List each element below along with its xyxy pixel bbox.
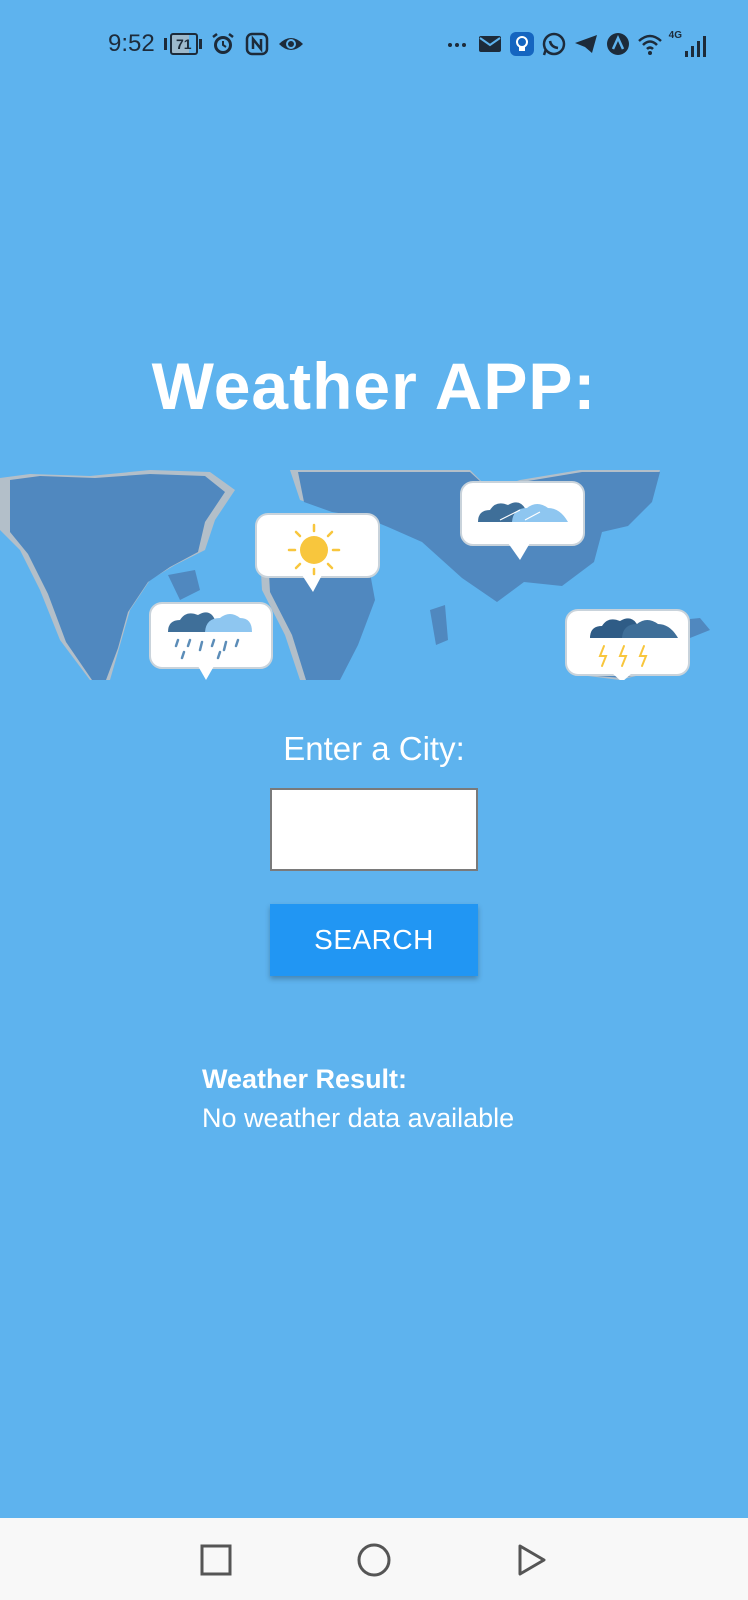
system-nav-bar — [0, 1518, 748, 1600]
telegram-icon — [574, 35, 597, 53]
search-button[interactable]: SEARCH — [270, 904, 478, 976]
home-icon[interactable] — [354, 1540, 394, 1580]
status-bar: 9:52 71 4G — [0, 0, 748, 88]
weather-result-heading: Weather Result: — [202, 1064, 408, 1094]
alarm-icon — [211, 33, 234, 54]
world-map-banner — [0, 470, 748, 680]
app-title: Weather APP: — [151, 349, 597, 423]
nfc-icon — [245, 32, 268, 56]
weather-result: Weather Result: No weather data availabl… — [202, 1064, 514, 1134]
mail-icon — [478, 36, 501, 52]
wifi-icon — [637, 34, 662, 55]
battery-level: 71 — [170, 33, 198, 55]
back-icon[interactable] — [512, 1540, 552, 1580]
status-left-icons: 71 — [164, 30, 304, 58]
storm-icon — [565, 609, 690, 680]
battery-icon: 71 — [164, 33, 202, 55]
weather-result-text: No weather data available — [202, 1103, 515, 1133]
city-input[interactable] — [270, 788, 478, 871]
bulb-icon — [509, 32, 534, 56]
city-label: Enter a City: — [283, 730, 465, 767]
signal-icon: 4G — [669, 30, 708, 58]
rain-icon — [149, 602, 273, 680]
more-icon — [447, 43, 466, 47]
status-time: 9:52 — [108, 30, 155, 57]
world-map-image — [0, 470, 710, 680]
eye-icon — [278, 38, 303, 50]
network-label: 4G — [668, 30, 682, 41]
app-icon — [606, 33, 629, 55]
whatsapp-icon — [542, 32, 565, 56]
status-right-icons: 4G — [445, 30, 708, 58]
recent-apps-icon[interactable] — [196, 1540, 236, 1580]
